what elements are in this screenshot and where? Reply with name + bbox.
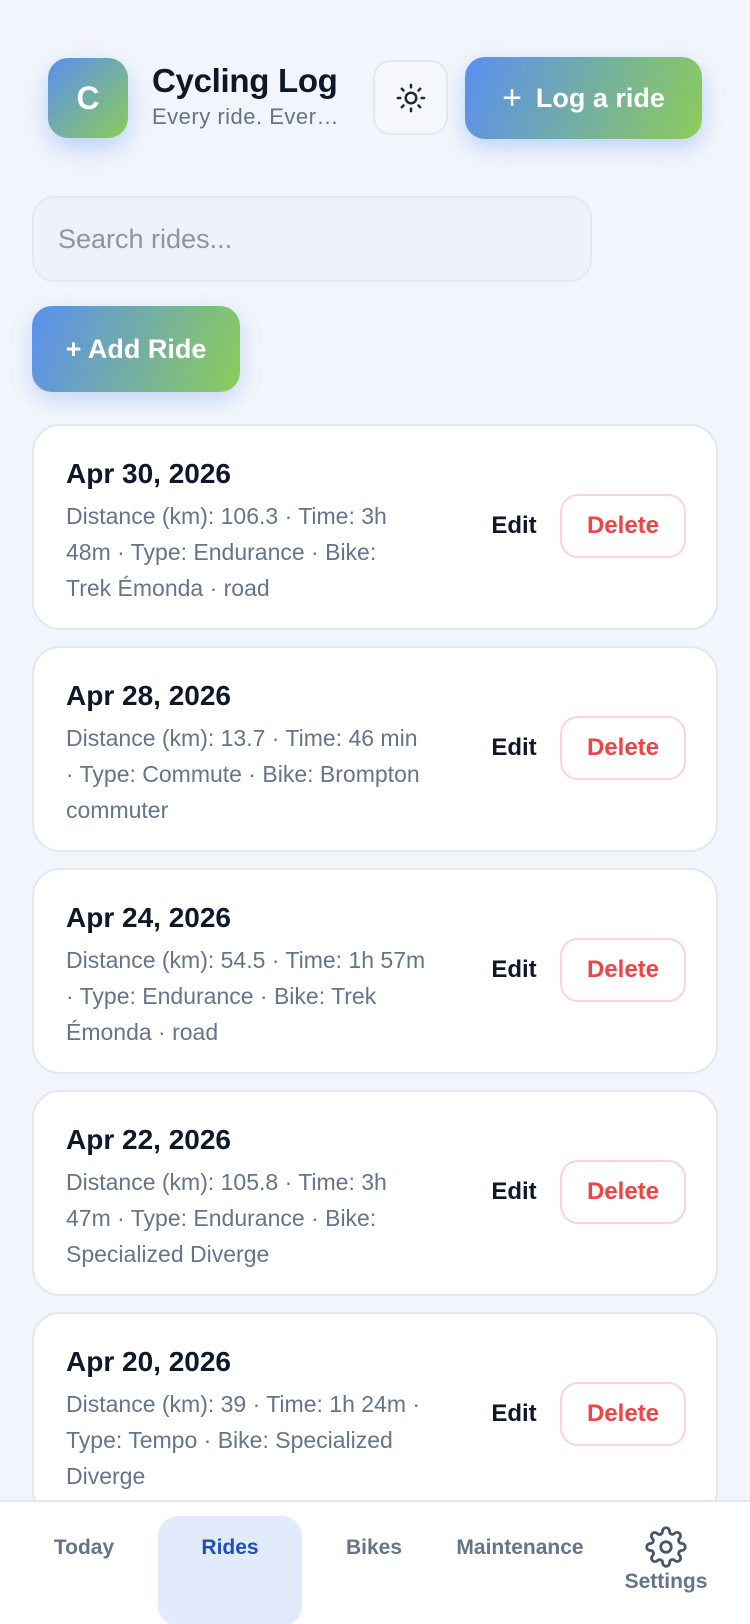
add-ride-label: + Add Ride [65,333,207,364]
sun-icon [396,83,425,112]
nav-tab-label: Today [53,1536,115,1559]
log-ride-button[interactable]: + Log a ride [465,57,702,139]
ride-details: Distance (km): 13.7 · Time: 46 min · Typ… [66,725,420,823]
nav-tab-label: Bikes [345,1536,403,1559]
ride-card: Apr 28, 2026 Distance (km): 13.7 · Time:… [32,646,718,852]
delete-button[interactable]: Delete [560,938,686,1002]
ride-date: Apr 30, 2026 [66,458,231,489]
edit-button[interactable]: Edit [474,716,554,780]
edit-button[interactable]: Edit [474,938,554,1002]
app-title: Cycling Log [152,62,338,99]
ride-date: Apr 24, 2026 [66,902,231,933]
ride-date: Apr 28, 2026 [66,680,231,711]
delete-button[interactable]: Delete [560,494,686,558]
ride-date: Apr 20, 2026 [66,1346,231,1377]
app-subtitle: Every ride. Every mile. [152,104,348,129]
ride-card: Apr 20, 2026 Distance (km): 39 · Time: 1… [32,1312,718,1518]
theme-toggle-button[interactable] [373,60,448,135]
nav-tab-bikes[interactable]: Bikes [314,1502,434,1624]
edit-button[interactable]: Edit [474,1382,554,1446]
ride-details: Distance (km): 39 · Time: 1h 24m · Type:… [66,1391,421,1489]
nav-tab-settings[interactable]: Settings [606,1502,726,1624]
edit-button[interactable]: Edit [474,1160,554,1224]
ride-card: Apr 22, 2026 Distance (km): 105.8 · Time… [32,1090,718,1296]
app-header: C Cycling Log Every ride. Every mile. + … [0,0,750,180]
delete-button[interactable]: Delete [560,716,686,780]
delete-button[interactable]: Delete [560,1160,686,1224]
log-ride-label: Log a ride [535,82,665,113]
logo-letter: C [76,79,100,116]
nav-tab-label: Rides [201,1536,259,1559]
gear-icon [645,1526,687,1568]
ride-list: Apr 30, 2026 Distance (km): 106.3 · Time… [32,424,718,1534]
search-input[interactable] [32,196,592,282]
ride-card: Apr 30, 2026 Distance (km): 106.3 · Time… [32,424,718,630]
add-ride-button[interactable]: + Add Ride [32,306,240,392]
ride-details: Distance (km): 105.8 · Time: 3h 47m · Ty… [66,1169,387,1267]
plus-icon: + [502,79,522,117]
app-logo: C [48,58,128,138]
nav-tab-today[interactable]: Today [24,1502,144,1624]
nav-tab-label: Settings [624,1570,708,1593]
edit-button[interactable]: Edit [474,494,554,558]
ride-date: Apr 22, 2026 [66,1124,231,1155]
bottom-nav: Today Rides Bikes Maintenance Settings [0,1500,750,1624]
delete-button[interactable]: Delete [560,1382,686,1446]
app-root: C Cycling Log Every ride. Every mile. + … [0,0,750,1624]
ride-details: Distance (km): 106.3 · Time: 3h 48m · Ty… [66,503,387,601]
nav-tab-rides[interactable]: Rides [158,1516,302,1624]
nav-tab-label: Maintenance [456,1536,584,1559]
ride-details: Distance (km): 54.5 · Time: 1h 57m · Typ… [66,947,426,1045]
ride-card: Apr 24, 2026 Distance (km): 54.5 · Time:… [32,868,718,1074]
nav-tab-maintenance[interactable]: Maintenance [446,1502,594,1624]
